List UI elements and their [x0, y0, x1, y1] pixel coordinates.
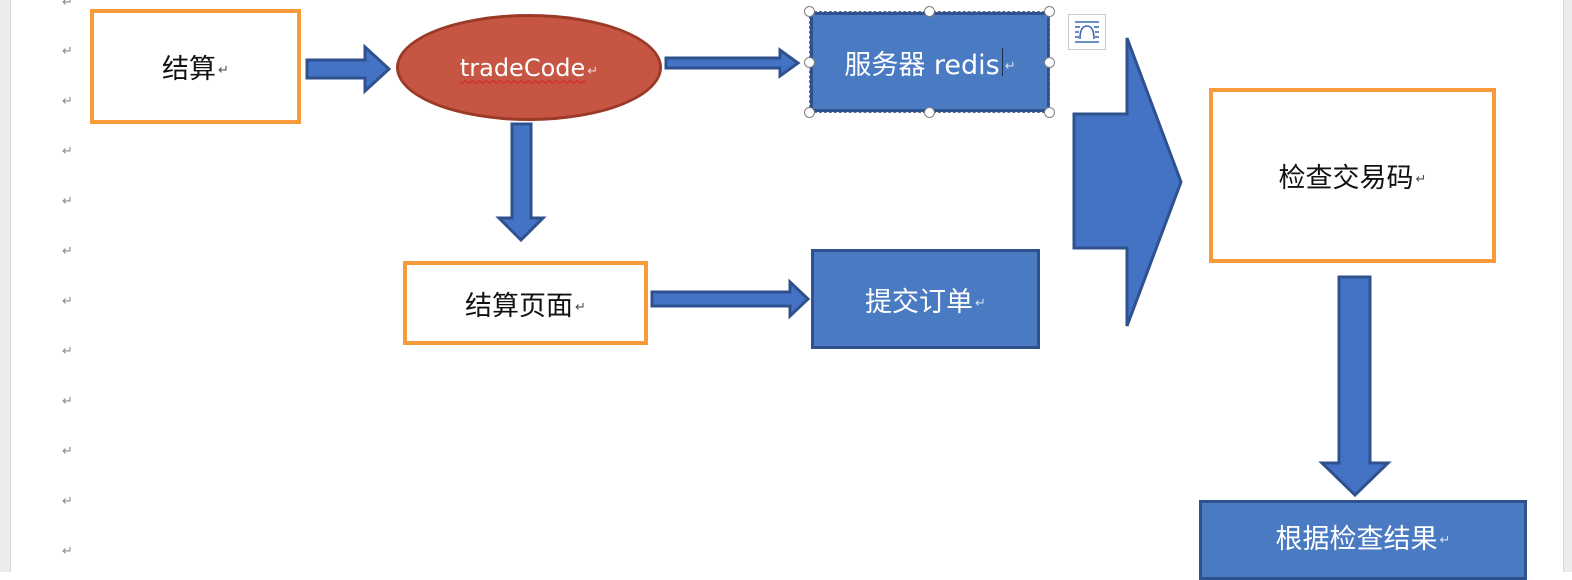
- paragraph-mark: ↵: [1439, 532, 1451, 548]
- node-trade-code[interactable]: tradeCode ↵: [396, 14, 662, 121]
- resize-handle-top[interactable]: [924, 6, 935, 17]
- node-checkout-page-label: 结算页面: [465, 290, 574, 322]
- layout-options-icon: [1075, 21, 1099, 43]
- node-checkout-page[interactable]: 结算页面 ↵: [403, 261, 648, 345]
- resize-handle-left[interactable]: [804, 57, 815, 68]
- node-submit-order-label: 提交订单: [865, 286, 974, 318]
- resize-handle-bottom[interactable]: [924, 107, 935, 118]
- node-by-check-result-label: 根据检查结果: [1275, 523, 1438, 555]
- node-checkout-label: 结算: [162, 54, 217, 85]
- arrow-tradecode-to-redis[interactable]: [664, 47, 801, 79]
- paragraph-mark: ↵: [975, 295, 986, 311]
- paragraph-mark: ↵: [1004, 58, 1016, 74]
- resize-handle-bottom-left[interactable]: [804, 107, 815, 118]
- paragraph-mark: ↵: [218, 63, 229, 78]
- paragraph-mark: ↵: [587, 64, 599, 79]
- arrow-to-check-trade-code[interactable]: [1072, 37, 1183, 327]
- node-by-check-result[interactable]: 根据检查结果 ↵: [1199, 500, 1527, 580]
- node-server-redis-label: 服务器 redis: [844, 49, 1000, 81]
- node-submit-order[interactable]: 提交订单 ↵: [811, 249, 1040, 349]
- arrow-tradecode-to-checkout-page[interactable]: [495, 122, 547, 243]
- node-trade-code-label: tradeCode: [459, 53, 586, 82]
- resize-handle-top-right[interactable]: [1044, 6, 1055, 17]
- arrow-checkout-to-tradecode[interactable]: [305, 43, 392, 95]
- text-cursor: [1001, 48, 1003, 76]
- node-server-redis[interactable]: 服务器 redis ↵: [810, 12, 1050, 112]
- arrow-check-to-result[interactable]: [1318, 275, 1392, 498]
- node-checkout[interactable]: 结算 ↵: [90, 9, 301, 124]
- resize-handle-bottom-right[interactable]: [1044, 107, 1055, 118]
- paragraph-mark: ↵: [1415, 172, 1427, 187]
- node-check-trade-code[interactable]: 检查交易码 ↵: [1209, 88, 1496, 263]
- arrow-checkout-page-to-submit[interactable]: [650, 278, 811, 320]
- paragraph-mark: ↵: [575, 299, 586, 315]
- node-check-trade-code-label: 检查交易码: [1278, 163, 1414, 194]
- resize-handle-right[interactable]: [1044, 57, 1055, 68]
- resize-handle-top-left[interactable]: [804, 6, 815, 17]
- layout-options-button[interactable]: [1068, 14, 1106, 50]
